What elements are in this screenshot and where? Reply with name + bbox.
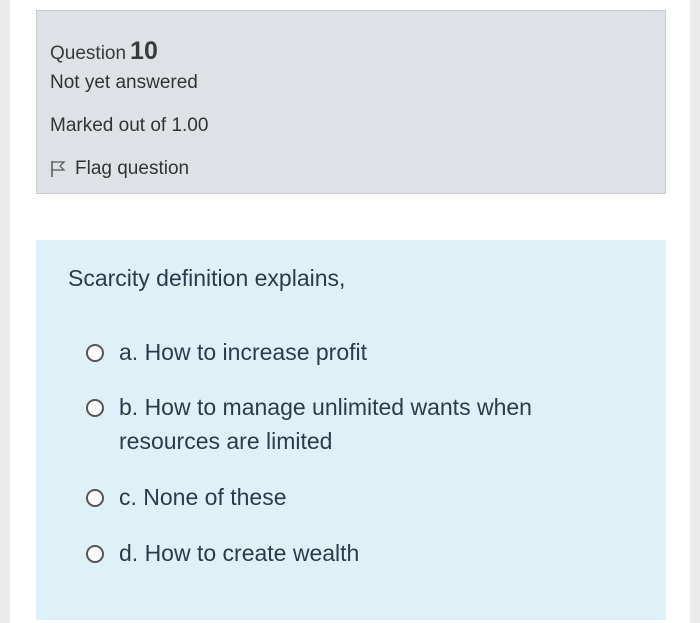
radio-button[interactable] (86, 489, 104, 507)
radio-button[interactable] (86, 399, 104, 417)
question-info-panel: Question 10 Not yet answered Marked out o… (36, 10, 666, 194)
answer-label: a. How to increase profit (119, 339, 368, 365)
question-grade: Marked out of 1.00 (50, 115, 209, 136)
radio-button[interactable] (86, 344, 104, 362)
answer-label: c. None of these (119, 484, 287, 510)
radio-button[interactable] (86, 545, 104, 563)
answer-label: d. How to create wealth (119, 540, 360, 566)
page: Question 10 Not yet answered Marked out o… (10, 0, 690, 623)
question-title: Question 10 (50, 37, 158, 66)
question-text: Scarcity definition explains, (68, 265, 346, 291)
question-state: Not yet answered (50, 72, 198, 93)
flag-question-label: Flag question (75, 158, 190, 179)
answer-label: b. How to manage unlimited wants when re… (119, 394, 532, 454)
flag-icon (51, 161, 66, 177)
question-number: 10 (130, 37, 158, 65)
question-content: Scarcity definition explains, a. How to … (36, 240, 666, 620)
question-label: Question (50, 43, 127, 64)
flag-question-link[interactable]: Flag question (50, 158, 189, 180)
